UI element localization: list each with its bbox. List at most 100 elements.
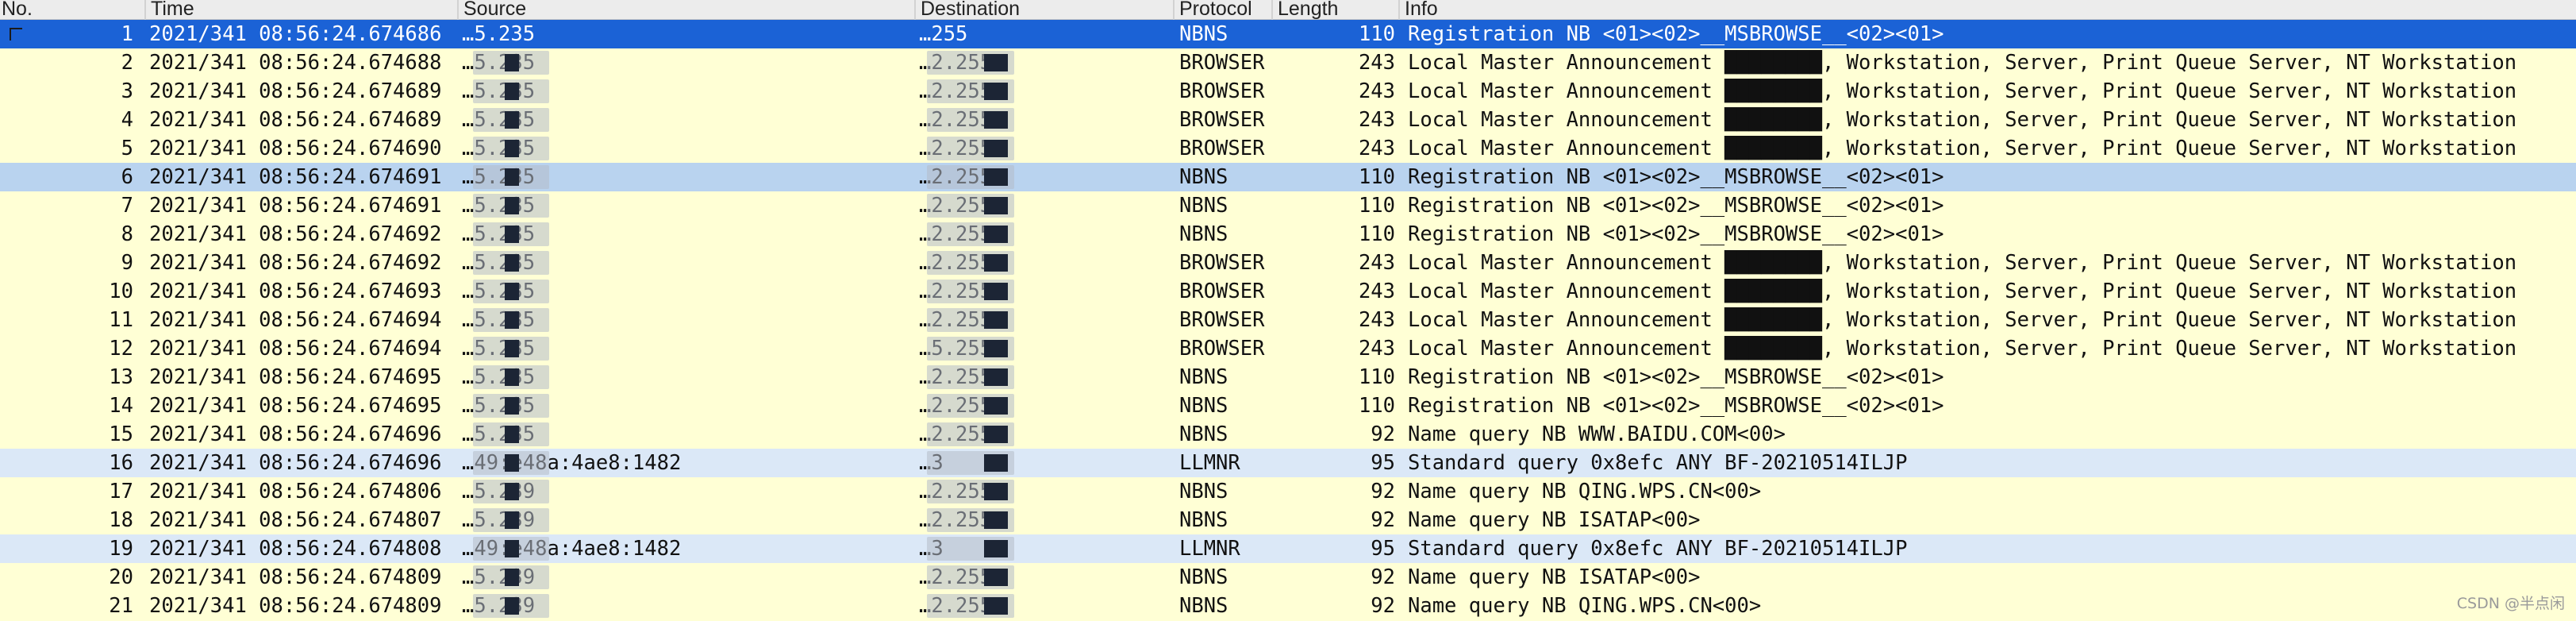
packet-protocol: BROWSER — [1179, 251, 1265, 275]
packet-length: 92 — [1371, 565, 1395, 589]
packet-time: 2021/341 08:56:24.674809 — [149, 594, 442, 618]
column-header-time[interactable]: Time — [144, 0, 457, 20]
column-header-source[interactable]: Source — [457, 0, 914, 20]
packet-info: Registration NB <01><02>__MSBROWSE__<02>… — [1408, 365, 1944, 389]
packet-row[interactable]: 152021/341 08:56:24.674696…5.235…2.255NB… — [0, 420, 2576, 449]
packet-length: 95 — [1371, 537, 1395, 561]
packet-info: Name query NB ISATAP<00> — [1408, 565, 1701, 589]
redaction-mask — [473, 108, 549, 132]
packet-no: 4 — [121, 108, 133, 132]
column-header-protocol[interactable]: Protocol — [1173, 0, 1271, 20]
redaction-mask — [473, 508, 549, 532]
packet-row[interactable]: 182021/341 08:56:24.674807…5.239…2.255NB… — [0, 506, 2576, 534]
packet-protocol: NBNS — [1179, 508, 1228, 532]
packet-row[interactable]: 92021/341 08:56:24.674692…5.235…2.255BRO… — [0, 249, 2576, 277]
redaction-mask — [927, 280, 1014, 303]
packet-row[interactable]: 52021/341 08:56:24.674690…5.235…2.255BRO… — [0, 134, 2576, 163]
packet-no: 3 — [121, 79, 133, 103]
packet-no: 17 — [109, 480, 133, 503]
packet-info: Local Master Announcement ████████, Work… — [1408, 280, 2517, 303]
packet-time: 2021/341 08:56:24.674693 — [149, 280, 442, 303]
packet-info: Registration NB <01><02>__MSBROWSE__<02>… — [1408, 194, 1944, 218]
redaction-mask — [473, 394, 549, 418]
packet-list-header: No. Time Source Destination Protocol Len… — [0, 0, 2576, 20]
packet-time: 2021/341 08:56:24.674695 — [149, 394, 442, 418]
packet-row[interactable]: 82021/341 08:56:24.674692…5.235…2.255NBN… — [0, 220, 2576, 249]
packet-no: 21 — [109, 594, 133, 618]
packet-no: 2 — [121, 51, 133, 75]
column-header-info[interactable]: Info — [1398, 0, 2576, 20]
redaction-mask — [927, 394, 1014, 418]
packet-row[interactable]: 202021/341 08:56:24.674809…5.239…2.255NB… — [0, 563, 2576, 592]
packet-row[interactable]: 102021/341 08:56:24.674693…5.235…2.255BR… — [0, 277, 2576, 306]
packet-time: 2021/341 08:56:24.674689 — [149, 79, 442, 103]
packet-protocol: NBNS — [1179, 480, 1228, 503]
packet-row[interactable]: 16 2021/341 08:56:24.674696 …49:e48a:4ae8:… — [0, 449, 2576, 477]
packet-length: 243 — [1358, 308, 1395, 332]
redaction-mask — [927, 194, 1014, 218]
packet-row[interactable]: 22021/341 08:56:24.674688…5.235…2.255BRO… — [0, 48, 2576, 77]
redaction-mask — [473, 79, 549, 103]
packet-no: 7 — [121, 194, 133, 218]
packet-row[interactable]: 32021/341 08:56:24.674689…5.235…2.255BRO… — [0, 77, 2576, 106]
redaction-mask — [473, 537, 549, 561]
column-header-no[interactable]: No. — [0, 0, 144, 20]
packet-row[interactable]: 62021/341 08:56:24.674691…5.235…2.255NBN… — [0, 163, 2576, 191]
redaction-mask — [473, 308, 549, 332]
redaction-mask — [927, 337, 1014, 361]
packet-info: Registration NB <01><02>__MSBROWSE__<02>… — [1408, 22, 1944, 46]
redaction-mask — [927, 537, 1014, 561]
packet-no: 9 — [121, 251, 133, 275]
packet-length: 110 — [1358, 194, 1395, 218]
packet-row[interactable]: 72021/341 08:56:24.674691…5.235…2.255NBN… — [0, 191, 2576, 220]
redaction-mask — [473, 565, 549, 589]
packet-info: Name query NB QING.WPS.CN<00> — [1408, 480, 1762, 503]
packet-row[interactable]: 172021/341 08:56:24.674806…5.239…2.255NB… — [0, 477, 2576, 506]
redaction-mask — [473, 337, 549, 361]
packet-protocol: NBNS — [1179, 222, 1228, 246]
packet-no: 20 — [109, 565, 133, 589]
packet-length: 110 — [1358, 165, 1395, 189]
column-header-length[interactable]: Length — [1271, 0, 1398, 20]
packet-time: 2021/341 08:56:24.674690 — [149, 137, 442, 160]
packet-protocol: BROWSER — [1179, 337, 1265, 361]
packet-length: 110 — [1358, 394, 1395, 418]
packet-length: 95 — [1371, 451, 1395, 475]
packet-time: 2021/341 08:56:24.674696 — [149, 422, 442, 446]
packet-row[interactable]: 1 2021/341 08:56:24.674686 …5.235 …255 NBNS 1… — [0, 20, 2576, 48]
redaction-mask — [927, 480, 1014, 503]
column-header-destination[interactable]: Destination — [914, 0, 1173, 20]
packet-time: 2021/341 08:56:24.674691 — [149, 194, 442, 218]
packet-row[interactable]: 122021/341 08:56:24.674694…5.235…5.255BR… — [0, 334, 2576, 363]
packet-no: 12 — [109, 337, 133, 361]
packet-length: 243 — [1358, 251, 1395, 275]
conversation-bracket-icon — [10, 28, 22, 40]
redaction-mask — [473, 451, 549, 475]
packet-no: 19 — [109, 537, 133, 561]
redaction-mask — [473, 165, 549, 189]
packet-row[interactable]: 19 2021/341 08:56:24.674808 …49:e48a:4ae8:… — [0, 534, 2576, 563]
redaction-mask — [927, 422, 1014, 446]
packet-protocol: BROWSER — [1179, 137, 1265, 160]
packet-info: Name query NB WWW.BAIDU.COM<00> — [1408, 422, 1786, 446]
packet-info: Local Master Announcement ████████, Work… — [1408, 308, 2517, 332]
packet-row[interactable]: 42021/341 08:56:24.674689…5.235…2.255BRO… — [0, 106, 2576, 134]
packet-row[interactable]: 112021/341 08:56:24.674694…5.235…2.255BR… — [0, 306, 2576, 334]
redaction-mask — [927, 308, 1014, 332]
packet-length: 243 — [1358, 51, 1395, 75]
redaction-mask — [927, 365, 1014, 389]
packet-info: Standard query 0x8efc ANY BF-20210514ILJ… — [1408, 537, 1908, 561]
packet-row[interactable]: 142021/341 08:56:24.674695…5.235…2.255NB… — [0, 392, 2576, 420]
packet-length: 243 — [1358, 79, 1395, 103]
packet-destination: …255 — [919, 22, 968, 46]
redaction-mask — [927, 251, 1014, 275]
packet-info: Name query NB ISATAP<00> — [1408, 508, 1701, 532]
packet-time: 2021/341 08:56:24.674809 — [149, 565, 442, 589]
packet-row[interactable]: 132021/341 08:56:24.674695…5.235…2.255NB… — [0, 363, 2576, 392]
packet-row[interactable]: 212021/341 08:56:24.674809…5.239…2.255NB… — [0, 592, 2576, 620]
packet-length: 110 — [1358, 22, 1395, 46]
packet-length: 110 — [1358, 365, 1395, 389]
redaction-mask — [927, 508, 1014, 532]
packet-info: Local Master Announcement ████████, Work… — [1408, 108, 2517, 132]
packet-protocol: NBNS — [1179, 565, 1228, 589]
